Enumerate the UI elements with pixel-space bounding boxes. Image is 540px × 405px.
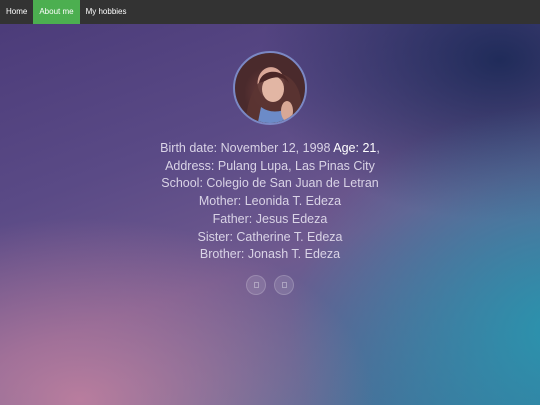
nav-home[interactable]: Home (0, 0, 33, 24)
top-navbar: Home About me My hobbies (0, 0, 540, 24)
nav-about-me[interactable]: About me (33, 0, 80, 24)
social-icon-2 (281, 282, 287, 288)
social-links (0, 275, 540, 295)
birth-value: November 12, 1998 (220, 141, 331, 155)
social-button-2[interactable] (274, 275, 294, 295)
avatar-portrait (245, 71, 301, 123)
father-line: Father: Jesus Edeza (212, 211, 328, 226)
social-button-1[interactable] (246, 275, 266, 295)
age-label: Age: (333, 141, 359, 155)
address-line: Address: Pulang Lupa, Las Pinas City (165, 158, 375, 173)
sister-line: Sister: Catherine T. Edeza (197, 229, 343, 244)
profile-info: Birth date: November 12, 1998 Age: 21, A… (0, 140, 540, 264)
profile-avatar (233, 51, 307, 125)
mother-line: Mother: Leonida T. Edeza (198, 194, 342, 209)
birth-label: Birth date: (160, 141, 218, 155)
brother-line: Brother: Jonash T. Edeza (199, 247, 341, 262)
age-value: 21 (362, 141, 377, 155)
school-line: School: Colegio de San Juan de Letran (161, 176, 379, 191)
nav-my-hobbies[interactable]: My hobbies (80, 0, 133, 24)
social-icon-1 (253, 282, 259, 288)
birth-date-line: Birth date: November 12, 1998 Age: 21, (160, 141, 380, 155)
